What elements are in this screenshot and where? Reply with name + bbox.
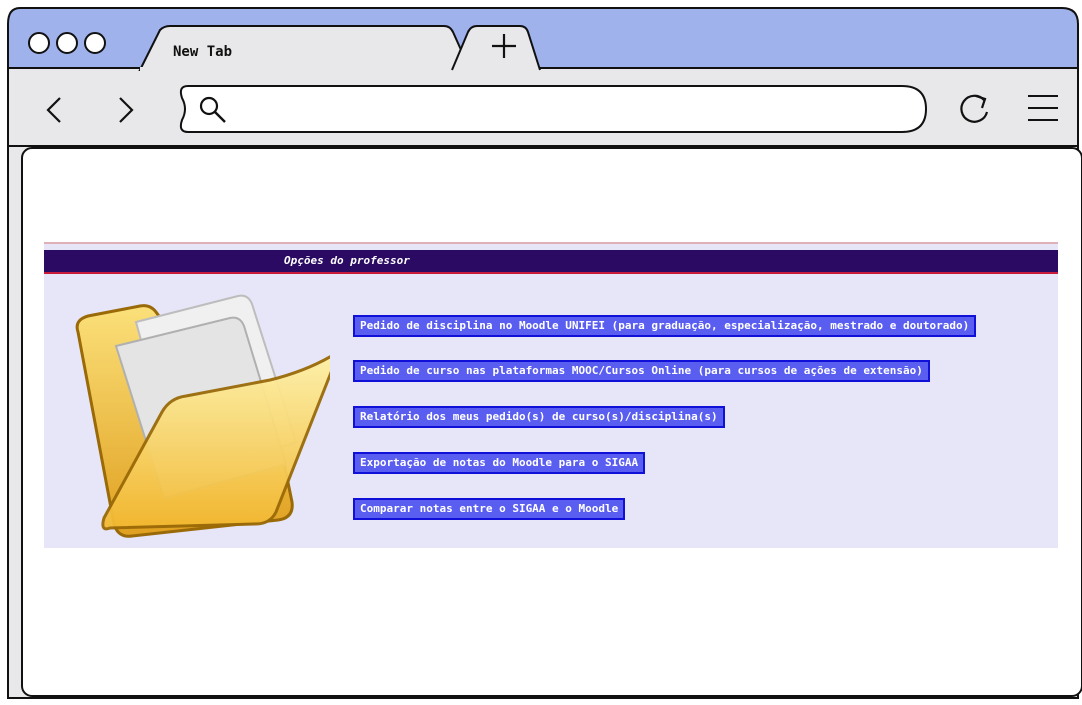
window-maximize-dot[interactable] xyxy=(84,32,106,54)
window-dots-icon xyxy=(28,32,106,54)
panel-header-title: Opções do professor xyxy=(284,254,410,267)
window-minimize-dot[interactable] xyxy=(56,32,78,54)
menu-icon xyxy=(1028,95,1058,121)
link-comparar-notas[interactable]: Comparar notas entre o SIGAA e o Moodle xyxy=(353,498,626,520)
search-icon xyxy=(199,96,226,123)
folder-icon xyxy=(75,294,330,538)
forward-arrow-icon xyxy=(119,97,134,123)
tab-new-tab-shape[interactable] xyxy=(0,0,1082,80)
reload-icon xyxy=(960,94,989,123)
new-tab-button[interactable] xyxy=(486,28,522,64)
panel-top-line xyxy=(44,242,1058,244)
link-relatorio-pedidos[interactable]: Relatório dos meus pedido(s) de curso(s)… xyxy=(353,406,725,428)
forward-button[interactable] xyxy=(110,92,140,128)
link-pedido-curso-mooc[interactable]: Pedido de curso nas plataformas MOOC/Cur… xyxy=(353,360,930,382)
back-arrow-icon xyxy=(46,97,61,123)
address-input[interactable] xyxy=(238,96,882,124)
panel-header: Opções do professor xyxy=(44,250,1058,274)
address-bar[interactable] xyxy=(172,84,928,134)
reload-button[interactable] xyxy=(954,88,994,130)
link-exportacao-notas[interactable]: Exportação de notas do Moodle para o SIG… xyxy=(353,452,646,474)
link-pedido-disciplina[interactable]: Pedido de disciplina no Moodle UNIFEI (p… xyxy=(353,315,977,337)
plus-icon xyxy=(492,34,516,58)
menu-button[interactable] xyxy=(1024,90,1062,126)
back-button[interactable] xyxy=(40,92,70,128)
tab-title[interactable]: New Tab xyxy=(173,44,232,60)
window-close-dot[interactable] xyxy=(28,32,50,54)
